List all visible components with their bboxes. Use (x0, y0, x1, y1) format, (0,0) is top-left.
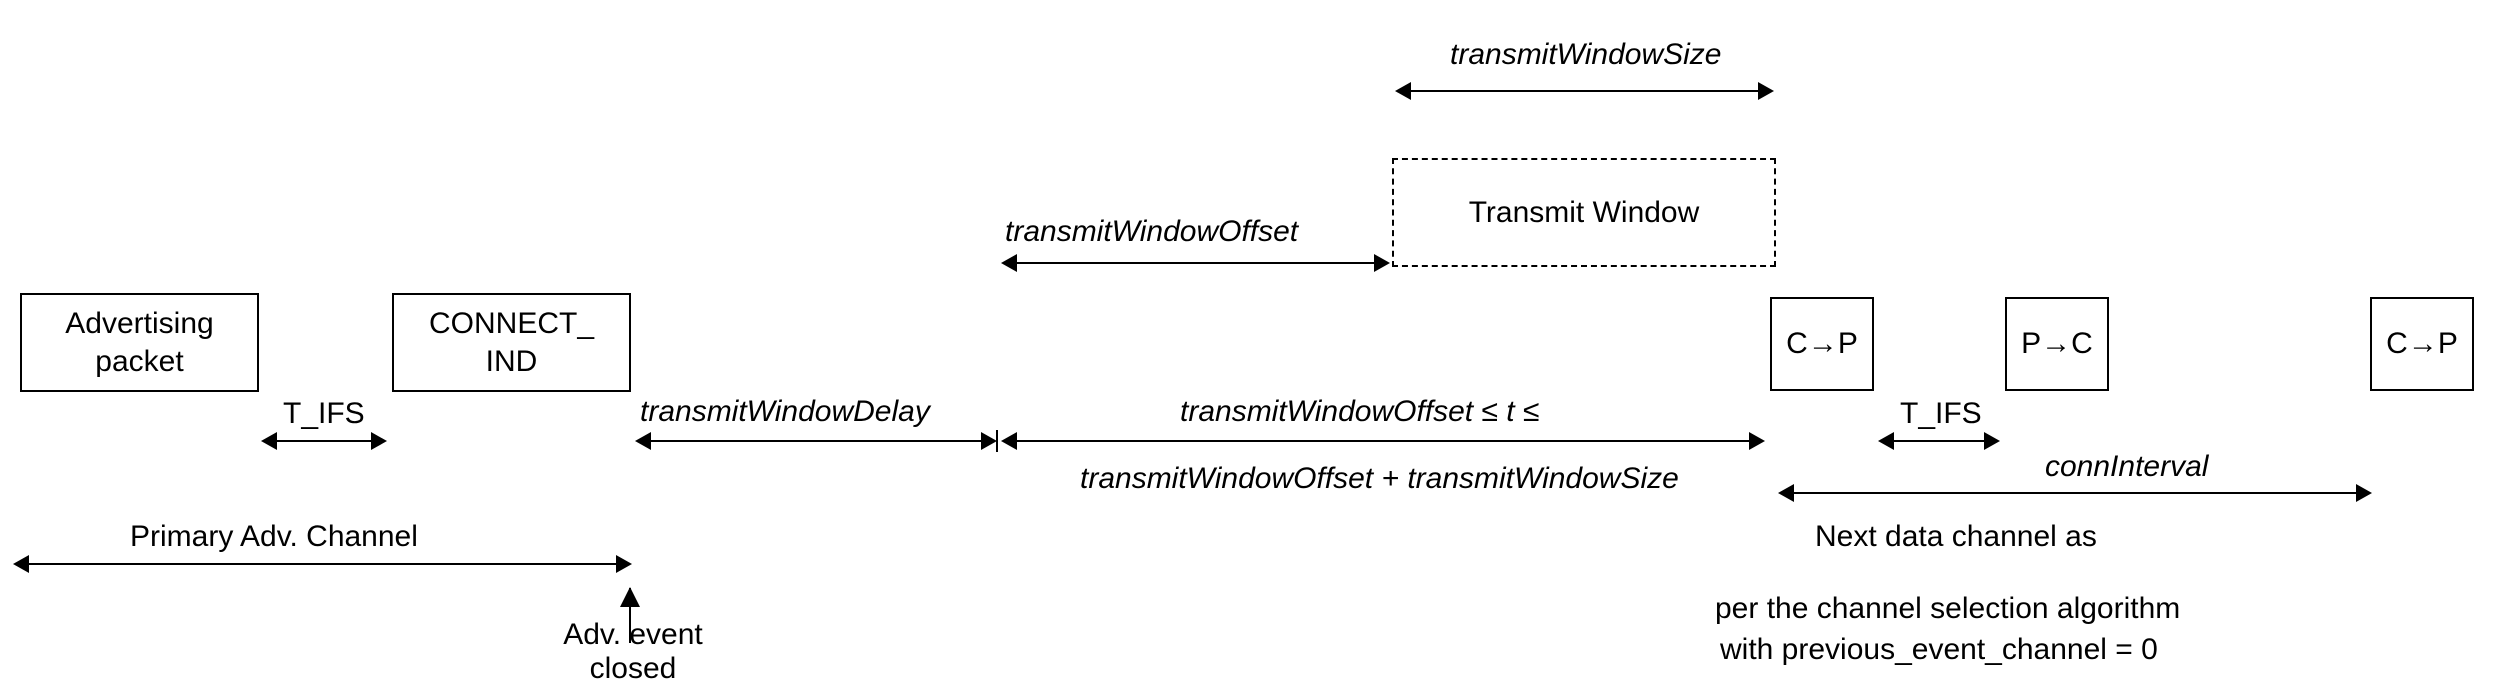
label-transmit-window-offset-top: transmitWindowOffset (1005, 215, 1298, 249)
label-transmit-window-size: transmitWindowSize (1450, 38, 1721, 72)
label-conn-interval: connInterval (2045, 450, 2208, 484)
arrow-t-ifs-1 (263, 440, 385, 442)
arrow-conn-interval (1780, 492, 2370, 494)
box-c-to-p-1: C→P (1770, 297, 1874, 391)
label-transmit-window-delay: transmitWindowDelay (640, 395, 930, 429)
timing-diagram: Advertising packet CONNECT_ IND Transmit… (0, 0, 2500, 689)
tick-delay-offset (996, 430, 998, 452)
box-transmit-window: Transmit Window (1392, 158, 1776, 267)
box-label: Advertising packet (65, 305, 213, 380)
box-label: Transmit Window (1469, 194, 1700, 232)
arrow-transmit-window-offset-top (1003, 262, 1388, 264)
box-c-to-p-2: C→P (2370, 297, 2474, 391)
box-p-to-c: P→C (2005, 297, 2109, 391)
label-t-ifs-1: T_IFS (283, 397, 365, 431)
label-channel-sel-2: with previous_event_channel = 0 (1720, 633, 2158, 667)
arrow-window-inequality (1003, 440, 1763, 442)
label-next-data-channel: Next data channel as (1815, 520, 2097, 554)
label-inequality-top: transmitWindowOffset ≤ t ≤ (1180, 395, 1539, 429)
label-inequality-bottom: transmitWindowOffset + transmitWindowSiz… (1080, 462, 1679, 496)
label-adv-event-closed: Adv. event closed (548, 618, 718, 686)
label-t-ifs-2: T_IFS (1900, 397, 1982, 431)
box-label: CONNECT_ IND (429, 305, 594, 380)
label-channel-sel-1: per the channel selection algorithm (1715, 592, 2180, 626)
box-label: C→P (1786, 325, 1858, 363)
arrow-t-ifs-2 (1880, 440, 1998, 442)
box-connect-ind: CONNECT_ IND (392, 293, 631, 392)
box-label: P→C (2021, 325, 2093, 363)
arrow-primary-adv-channel (15, 563, 630, 565)
label-primary-adv-channel: Primary Adv. Channel (130, 520, 418, 554)
arrow-transmit-window-delay (637, 440, 995, 442)
box-advertising-packet: Advertising packet (20, 293, 259, 392)
box-label: C→P (2386, 325, 2458, 363)
arrow-transmit-window-size (1397, 90, 1772, 92)
